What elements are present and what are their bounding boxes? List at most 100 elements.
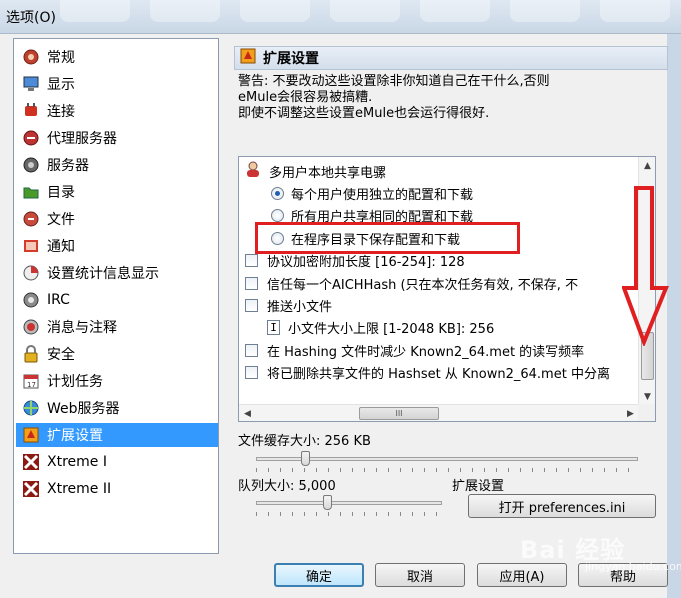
slider-track: [256, 457, 638, 461]
sidebar-item-label: 安全: [47, 347, 75, 363]
radio-button[interactable]: [271, 186, 284, 200]
file-buffer-label: 文件缓存大小: 256 KB: [238, 434, 371, 449]
sidebar-item-label: 设置统计信息显示: [47, 266, 159, 282]
ok-button[interactable]: 确定: [274, 563, 364, 587]
sidebar-item-connection[interactable]: 连接: [16, 99, 218, 123]
option-trust-aich[interactable]: 信任每一个AICHHash (只在本次任务有效, 不保存, 不: [245, 273, 578, 293]
open-preferences-button[interactable]: 打开 preferences.ini: [468, 494, 656, 518]
user-icon: [245, 161, 261, 181]
watermark-url: jingyan.baidu.com: [585, 560, 681, 573]
slider-ticks: [256, 512, 442, 516]
cancel-button[interactable]: 取消: [375, 563, 465, 587]
slider-ticks: [256, 468, 638, 472]
sidebar-item-label: 目录: [47, 185, 75, 201]
queue-size-label: 队列大小: 5,000: [238, 479, 336, 494]
sidebar-item-scheduler[interactable]: 17 计划任务: [16, 369, 218, 393]
sidebar-item-label: 显示: [47, 77, 75, 93]
checkbox[interactable]: [245, 298, 258, 312]
scroll-up-icon[interactable]: ▲: [639, 157, 655, 174]
option-label: 信任每一个AICHHash (只在本次任务有效, 不保存, 不: [267, 277, 579, 293]
sidebar-item-label: 连接: [47, 104, 75, 120]
background-toolbar-button: [510, 0, 580, 22]
down-arrow-annotation: [622, 186, 669, 346]
warning-line: 警告: 不要改动这些设置除非你知道自己在干什么,否则: [238, 74, 550, 89]
proxy-icon: [21, 128, 41, 148]
display-icon: [21, 74, 41, 94]
sidebar-item-irc[interactable]: IRC: [16, 288, 218, 312]
statistics-icon: [21, 263, 41, 283]
warning-text: 警告: 不要改动这些设置除非你知道自己在干什么,否则 eMule会很容易被搞糟.…: [238, 74, 658, 122]
sidebar-item-label: 服务器: [47, 158, 89, 174]
scroll-down-icon[interactable]: ▼: [639, 388, 655, 405]
scheduler-icon: 17: [21, 371, 41, 391]
scrollbar-thumb[interactable]: III: [359, 407, 439, 420]
checkbox[interactable]: [245, 253, 258, 267]
radio-separate-config[interactable]: 每个用户使用独立的配置和下载: [271, 183, 473, 203]
title-bar: 选项(O): [0, 0, 681, 34]
background-toolbar-button: [240, 0, 310, 22]
sidebar-item-security[interactable]: 安全: [16, 342, 218, 366]
connection-icon: [21, 101, 41, 121]
sidebar-item-general[interactable]: 常规: [16, 45, 218, 69]
notify-icon: [21, 236, 41, 256]
sidebar-item-label: 通知: [47, 239, 75, 255]
file-buffer-slider[interactable]: [256, 450, 638, 472]
scroll-right-icon[interactable]: ▶: [622, 405, 639, 421]
window-title: 选项(O): [6, 10, 56, 26]
options-category-list[interactable]: 常规 显示 连接 代理服务器 服务器 目录 文件 通知 设置统计信息显示 IRC…: [13, 38, 219, 554]
queue-size-slider[interactable]: [256, 494, 442, 516]
radio-button[interactable]: [271, 208, 284, 222]
sidebar-item-xtreme-1[interactable]: Xtreme I: [16, 450, 218, 474]
option-push-small-files[interactable]: 推送小文件: [245, 295, 332, 315]
sidebar-item-file[interactable]: 文件: [16, 207, 218, 231]
option-small-file-limit[interactable]: I 小文件大小上限 [1-2048 KB]: 256: [267, 317, 494, 337]
sidebar-item-display[interactable]: 显示: [16, 72, 218, 96]
sidebar-item-extended[interactable]: 扩展设置: [16, 423, 218, 447]
irc-icon: [21, 290, 41, 310]
sidebar-item-folder[interactable]: 目录: [16, 180, 218, 204]
checkbox[interactable]: [245, 276, 258, 290]
tree-group-label: 多用户本地共享电骡: [269, 165, 387, 181]
warning-line: 即使不调整这些设置eMule也会运行得很好.: [238, 106, 490, 121]
webserver-icon: [21, 398, 41, 418]
slider-thumb[interactable]: [323, 495, 332, 510]
checkbox[interactable]: [245, 343, 258, 357]
background-toolbar-button: [600, 0, 670, 22]
option-label: 小文件大小上限 [1-2048 KB]: 256: [288, 321, 495, 337]
sidebar-item-server[interactable]: 服务器: [16, 153, 218, 177]
checkbox[interactable]: [245, 365, 258, 379]
option-label: 在 Hashing 文件时减少 Known2_64.met 的读写频率: [267, 344, 585, 360]
server-icon: [21, 155, 41, 175]
extended-options-tree[interactable]: 多用户本地共享电骡 每个用户使用独立的配置和下载 所有用户共享相同的配置和下载 …: [238, 156, 656, 422]
folder-icon: [21, 182, 41, 202]
sidebar-item-label: 计划任务: [47, 374, 103, 390]
sidebar-item-label: 扩展设置: [47, 428, 103, 444]
sidebar-item-messages[interactable]: 消息与注释: [16, 315, 218, 339]
scroll-left-icon[interactable]: ◀: [239, 405, 256, 421]
general-icon: [21, 47, 41, 67]
highlight-box: [255, 222, 520, 254]
extended-settings-label: 扩展设置: [452, 479, 505, 494]
slider-track: [256, 501, 442, 505]
background-toolbar-button: [420, 0, 490, 22]
sidebar-item-notify[interactable]: 通知: [16, 234, 218, 258]
extended-icon: [21, 425, 41, 445]
xtreme-icon: [21, 479, 41, 499]
sidebar-item-proxy[interactable]: 代理服务器: [16, 126, 218, 150]
svg-text:17: 17: [27, 381, 36, 389]
option-reduce-known2-io[interactable]: 在 Hashing 文件时减少 Known2_64.met 的读写频率: [245, 340, 584, 360]
edit-value-icon[interactable]: I: [267, 319, 280, 335]
sidebar-item-xtreme-2[interactable]: Xtreme II: [16, 477, 218, 501]
sidebar-item-statistics[interactable]: 设置统计信息显示: [16, 261, 218, 285]
sidebar-item-label: 常规: [47, 50, 75, 66]
apply-button[interactable]: 应用(A): [477, 563, 567, 587]
option-split-hashset[interactable]: 将已删除共享文件的 Hashset 从 Known2_64.met 中分离: [245, 362, 610, 382]
security-icon: [21, 344, 41, 364]
background-toolbar-button: [150, 0, 220, 22]
horizontal-scrollbar[interactable]: ◀ III ▶: [239, 404, 639, 421]
slider-thumb[interactable]: [301, 451, 310, 466]
option-label: 推送小文件: [267, 299, 333, 315]
option-label: 将已删除共享文件的 Hashset 从 Known2_64.met 中分离: [267, 366, 610, 382]
sidebar-item-webserver[interactable]: Web服务器: [16, 396, 218, 420]
sidebar-item-label: Xtreme I: [47, 454, 107, 470]
